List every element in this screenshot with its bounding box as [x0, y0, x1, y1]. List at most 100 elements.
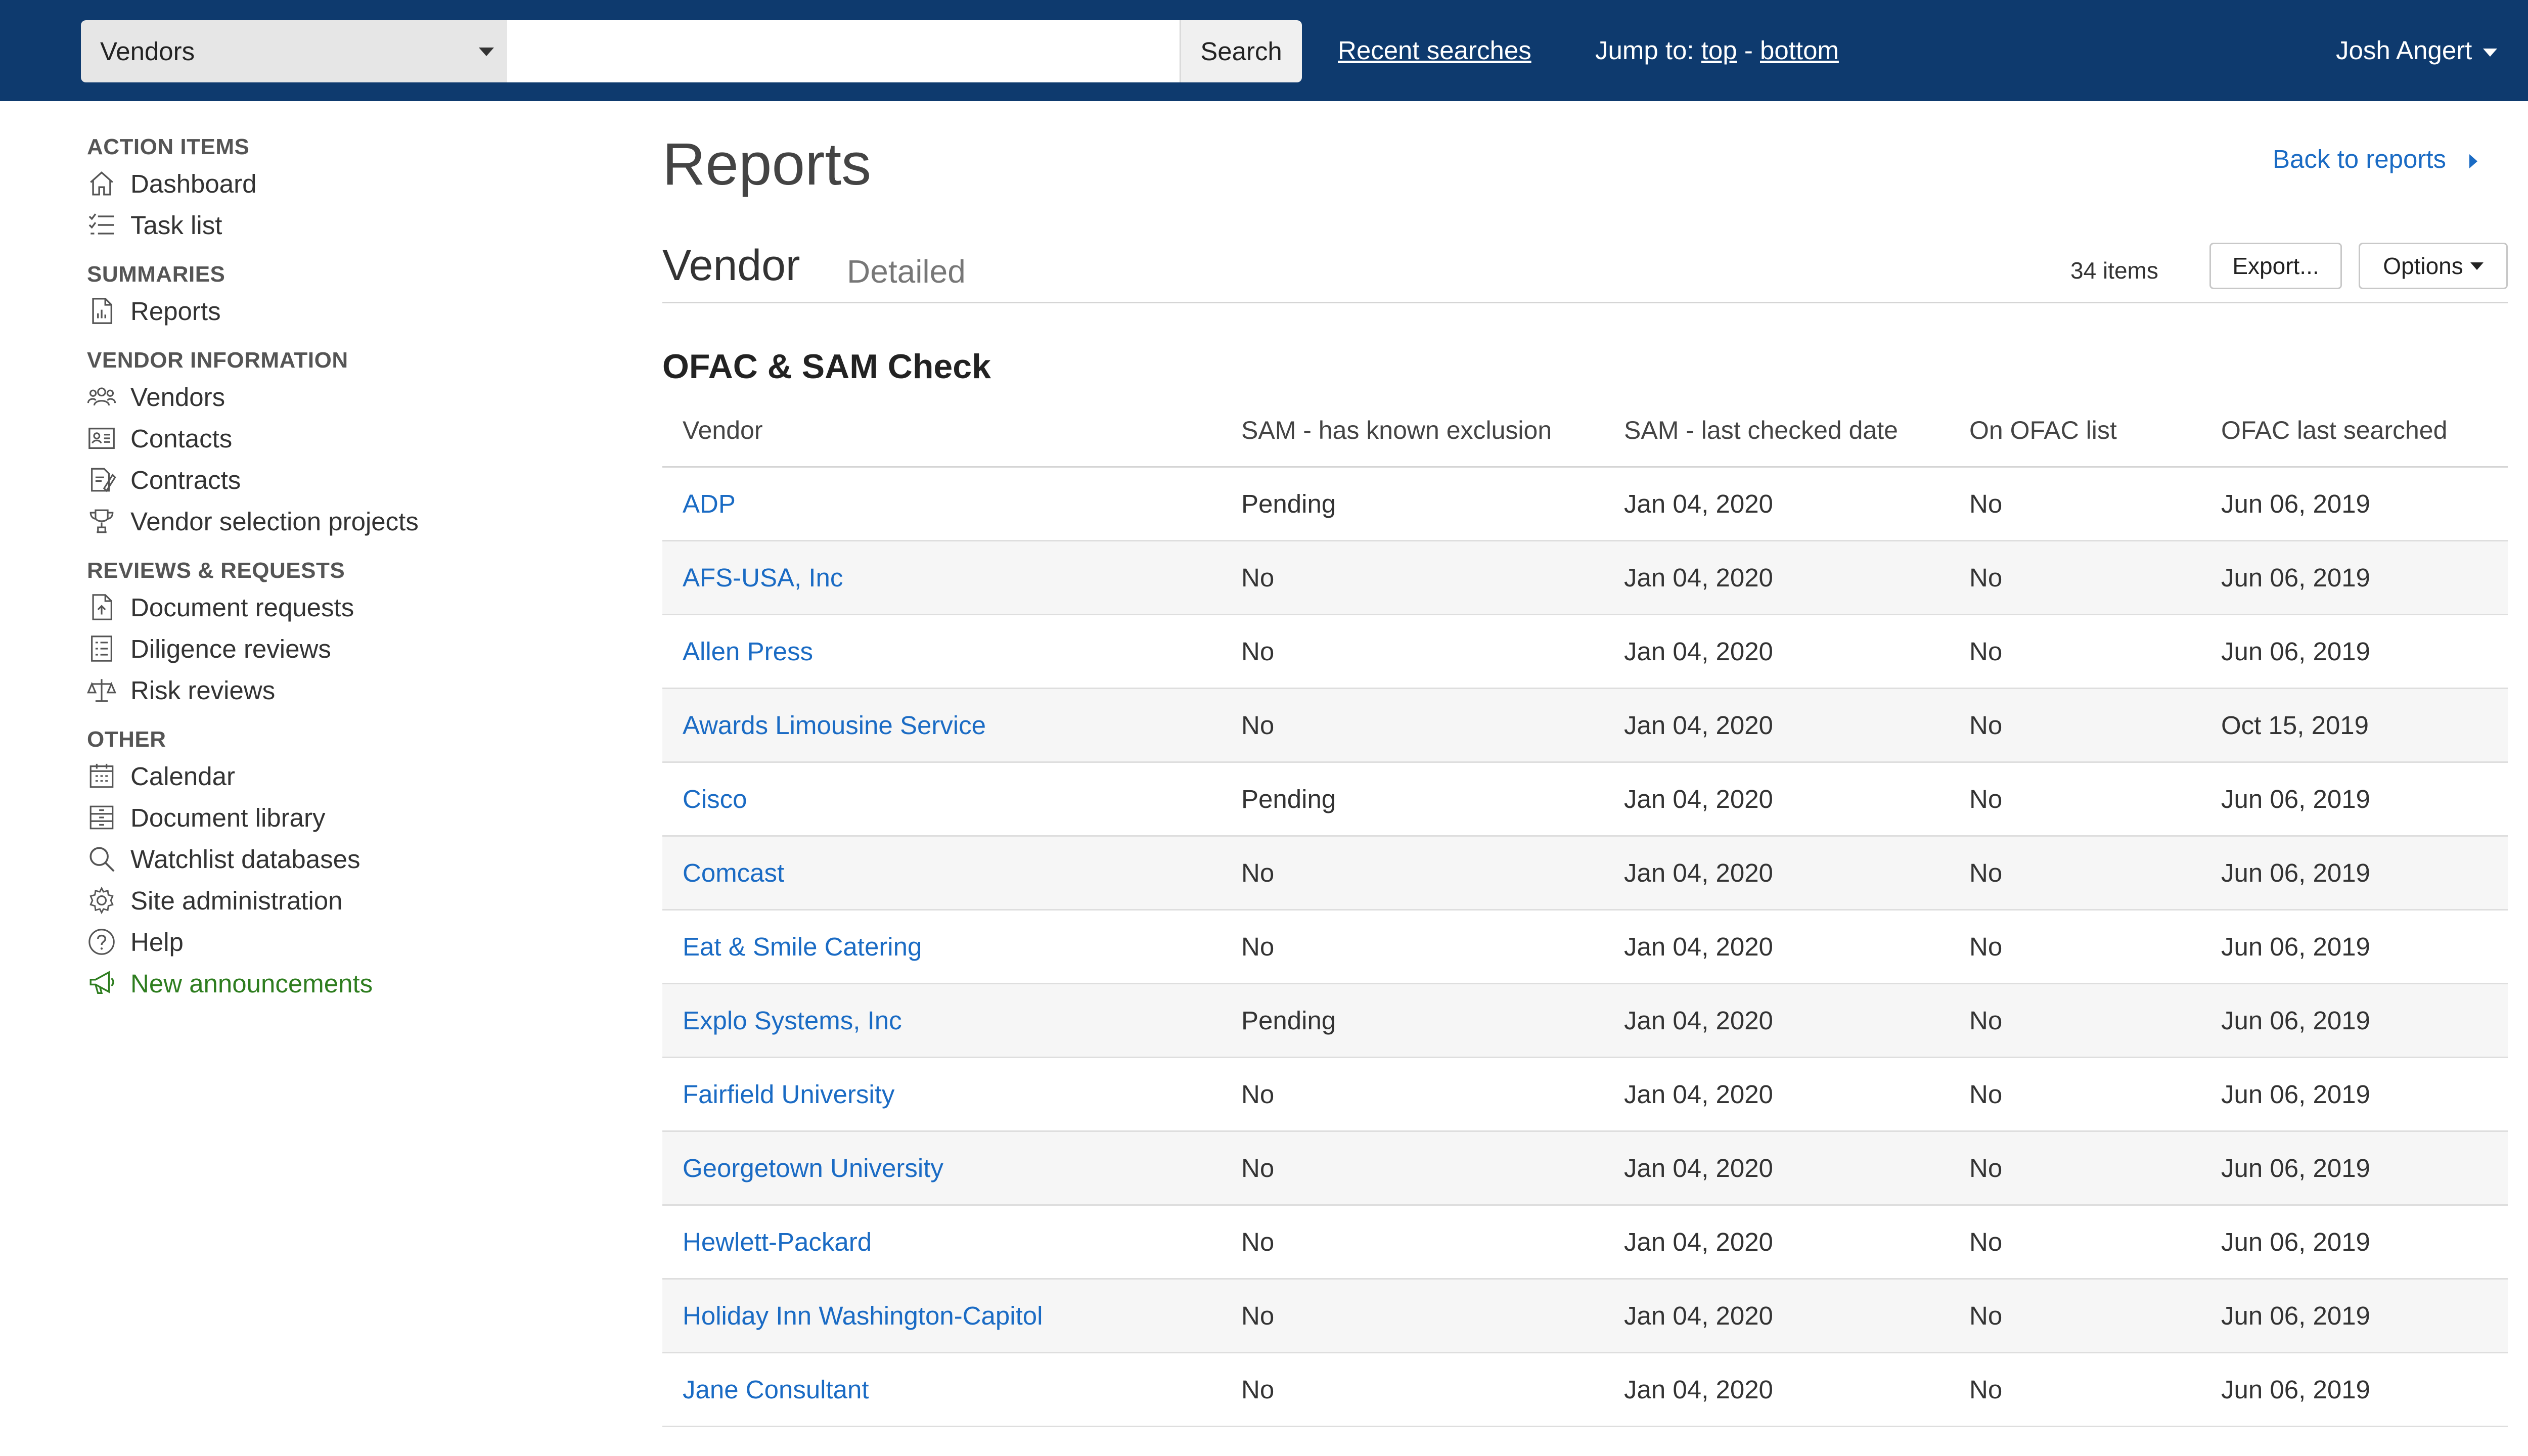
- sidebar-item-label: Help: [130, 927, 184, 957]
- sidebar-item-diligence-reviews[interactable]: Diligence reviews: [87, 628, 593, 669]
- sam-exclusion-cell: No: [1241, 637, 1275, 666]
- table-header: Vendor SAM - has known exclusion SAM - l…: [662, 394, 2508, 468]
- on-ofac-cell: No: [1969, 1227, 2003, 1256]
- sam-exclusion-cell: No: [1241, 711, 1275, 740]
- search-icon: [89, 847, 115, 872]
- options-label: Options: [2383, 253, 2463, 279]
- sidebar-item-label: Dashboard: [130, 169, 257, 198]
- scale-icon: [87, 679, 116, 702]
- vendor-link[interactable]: Jane Consultant: [662, 1375, 1241, 1404]
- sidebar-item-document-library[interactable]: Document library: [87, 797, 593, 838]
- jump-to-label: Jump to:: [1595, 36, 1694, 65]
- back-to-reports-link[interactable]: Back to reports: [2273, 142, 2477, 177]
- sidebar-item-label: Watchlist databases: [130, 844, 360, 874]
- vendor-link[interactable]: Holiday Inn Washington-Capitol: [662, 1301, 1241, 1331]
- sidebar-item-label: Site administration: [130, 886, 343, 915]
- vendor-link[interactable]: Explo Systems, Inc: [662, 1006, 1241, 1035]
- sam-checked-cell: Jan 04, 2020: [1624, 1006, 1773, 1035]
- chevron-down-icon: [2483, 48, 2498, 57]
- report-subtitle: Vendor: [662, 241, 800, 290]
- report-subtitle-secondary: Detailed: [847, 253, 966, 290]
- ofac-searched-cell: Jun 06, 2019: [2221, 1375, 2370, 1404]
- sam-exclusion-cell: No: [1241, 1080, 1275, 1109]
- vendor-link[interactable]: Allen Press: [662, 636, 1241, 666]
- column-header-sam-checked[interactable]: SAM - last checked date: [1624, 416, 1969, 445]
- sam-exclusion-cell: No: [1241, 1154, 1275, 1182]
- sidebar-item-reports[interactable]: Reports: [87, 290, 593, 332]
- ofac-searched-cell: Jun 06, 2019: [2221, 489, 2370, 518]
- export-button[interactable]: Export...: [2209, 243, 2342, 289]
- search-scope-value: Vendors: [100, 37, 195, 66]
- vendor-link[interactable]: AFS-USA, Inc: [662, 563, 1241, 593]
- jump-bottom-link[interactable]: bottom: [1760, 36, 1839, 65]
- table-row: Allen Press No Jan 04, 2020 No Jun 06, 2019: [662, 615, 2508, 689]
- sam-exclusion-cell: Pending: [1241, 489, 1336, 518]
- jump-to-links: Jump to: top - bottom: [1595, 32, 1839, 69]
- recent-searches-link[interactable]: Recent searches: [1338, 32, 1531, 69]
- on-ofac-cell: No: [1969, 1080, 2003, 1109]
- sidebar-item-label: Document library: [130, 803, 326, 832]
- vendor-link[interactable]: Awards Limousine Service: [662, 710, 1241, 740]
- sidebar-item-contracts[interactable]: Contracts: [87, 459, 593, 500]
- section-title: OFAC & SAM Check: [662, 347, 991, 386]
- sam-checked-cell: Jan 04, 2020: [1624, 563, 1773, 592]
- sidebar-item-risk-reviews[interactable]: Risk reviews: [87, 669, 593, 711]
- sam-checked-cell: Jan 04, 2020: [1624, 711, 1773, 740]
- ofac-searched-cell: Jun 06, 2019: [2221, 1006, 2370, 1035]
- vendor-link[interactable]: Cisco: [662, 784, 1241, 814]
- sidebar-heading-summaries: SUMMARIES: [87, 262, 225, 287]
- gear-icon: [89, 886, 114, 915]
- sidebar-item-dashboard[interactable]: Dashboard: [87, 163, 593, 204]
- sam-checked-cell: Jan 04, 2020: [1624, 1375, 1773, 1404]
- table-row: Fairfield University No Jan 04, 2020 No Jun …: [662, 1058, 2508, 1132]
- jump-separator: -: [1744, 36, 1753, 65]
- chevron-down-icon: [479, 48, 494, 56]
- sidebar-heading-other: OTHER: [87, 727, 166, 752]
- on-ofac-cell: No: [1969, 785, 2003, 813]
- jump-top-link[interactable]: top: [1701, 36, 1737, 65]
- column-header-ofac-searched[interactable]: OFAC last searched: [2221, 416, 2508, 445]
- sam-checked-cell: Jan 04, 2020: [1624, 1301, 1773, 1330]
- archive-icon: [89, 805, 114, 830]
- ofac-searched-cell: Jun 06, 2019: [2221, 563, 2370, 592]
- ofac-searched-cell: Jun 06, 2019: [2221, 1080, 2370, 1109]
- search-scope-select[interactable]: Vendors: [81, 20, 507, 82]
- search-button[interactable]: Search: [1180, 20, 1302, 82]
- sidebar-item-vendors[interactable]: Vendors: [87, 376, 593, 418]
- sam-exclusion-cell: No: [1241, 932, 1275, 961]
- sidebar-item-task-list[interactable]: Task list: [87, 204, 593, 246]
- options-button[interactable]: Options: [2359, 243, 2508, 289]
- sam-exclusion-cell: No: [1241, 563, 1275, 592]
- user-name: Josh Angert: [2336, 36, 2472, 65]
- sidebar-item-vendor-selection-projects[interactable]: Vendor selection projects: [87, 500, 593, 542]
- vendor-link[interactable]: Fairfield University: [662, 1079, 1241, 1109]
- column-header-sam-exclusion[interactable]: SAM - has known exclusion: [1241, 416, 1624, 445]
- sidebar-item-contacts[interactable]: Contacts: [87, 418, 593, 459]
- item-count: 34 items: [2070, 257, 2158, 284]
- sidebar-item-help[interactable]: Help: [87, 921, 593, 963]
- sam-exclusion-cell: Pending: [1241, 1006, 1336, 1035]
- vendor-link[interactable]: ADP: [662, 489, 1241, 519]
- top-navigation-bar: Vendors Search Recent searches Jump to: …: [0, 0, 2528, 101]
- vendor-link[interactable]: Eat & Smile Catering: [662, 932, 1241, 962]
- home-icon: [90, 171, 113, 196]
- vendor-link[interactable]: Georgetown University: [662, 1153, 1241, 1183]
- sidebar-item-watchlist-databases[interactable]: Watchlist databases: [87, 838, 593, 880]
- table-row: AFS-USA, Inc No Jan 04, 2020 No Jun 06, 2019: [662, 541, 2508, 615]
- sidebar-item-calendar[interactable]: Calendar: [87, 755, 593, 797]
- vendor-link[interactable]: Hewlett-Packard: [662, 1227, 1241, 1257]
- search-input[interactable]: [507, 20, 1180, 82]
- user-menu[interactable]: Josh Angert: [2336, 32, 2498, 69]
- report-subheader: Vendor Detailed 34 items Export... Optio…: [662, 238, 2508, 303]
- sidebar-item-document-requests[interactable]: Document requests: [87, 586, 593, 628]
- sidebar-item-site-administration[interactable]: Site administration: [87, 880, 593, 921]
- sam-exclusion-cell: Pending: [1241, 785, 1336, 813]
- back-link-label: Back to reports: [2273, 145, 2446, 173]
- vendor-link[interactable]: Comcast: [662, 858, 1241, 888]
- ofac-searched-cell: Oct 15, 2019: [2221, 711, 2369, 740]
- column-header-on-ofac[interactable]: On OFAC list: [1969, 416, 2221, 445]
- table-row: ADP Pending Jan 04, 2020 No Jun 06, 2019: [662, 468, 2508, 541]
- sidebar-item-new-announcements[interactable]: New announcements: [87, 963, 593, 1004]
- column-header-vendor[interactable]: Vendor: [662, 416, 1241, 445]
- task-list-icon: [88, 213, 114, 235]
